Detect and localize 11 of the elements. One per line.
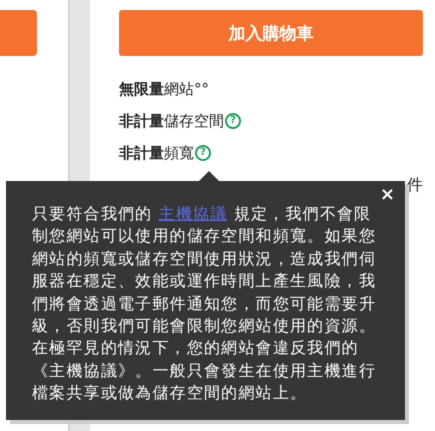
button[interactable] <box>0 10 37 56</box>
feature-text: 非計量儲存空間 <box>119 112 224 130</box>
tooltip-text: 只要符合我們的 主機協議 規定，我們不會限制您網站可以使用的儲存空間和頻寬。如果您網站的頻寬或儲存空間使用狀況，造成我們伺服器在穩定、效能或運作時間上產生風險，我們將會透過電子郵件通知您，而您可能需要升級，否則我們可能會限制您網站使用的資源。在極罕見的情況下，您的網站會違反我們的《主機協議》。一般只會發生在使用主機進行檔案共享或做為儲存空間的網站上。 <box>32 203 377 404</box>
help-icon[interactable]: ? <box>195 145 211 161</box>
text-fragment: 件 <box>407 175 423 196</box>
close-button[interactable]: × <box>380 186 395 204</box>
feature-text: 非計量頻寬 <box>119 144 194 162</box>
help-icon[interactable]: ? <box>225 113 241 129</box>
feature-text: 無限量網站°° <box>119 80 209 98</box>
add-to-cart-button[interactable]: 加入購物車 <box>119 10 423 56</box>
agreement-link[interactable]: 主機協議 <box>158 204 228 223</box>
